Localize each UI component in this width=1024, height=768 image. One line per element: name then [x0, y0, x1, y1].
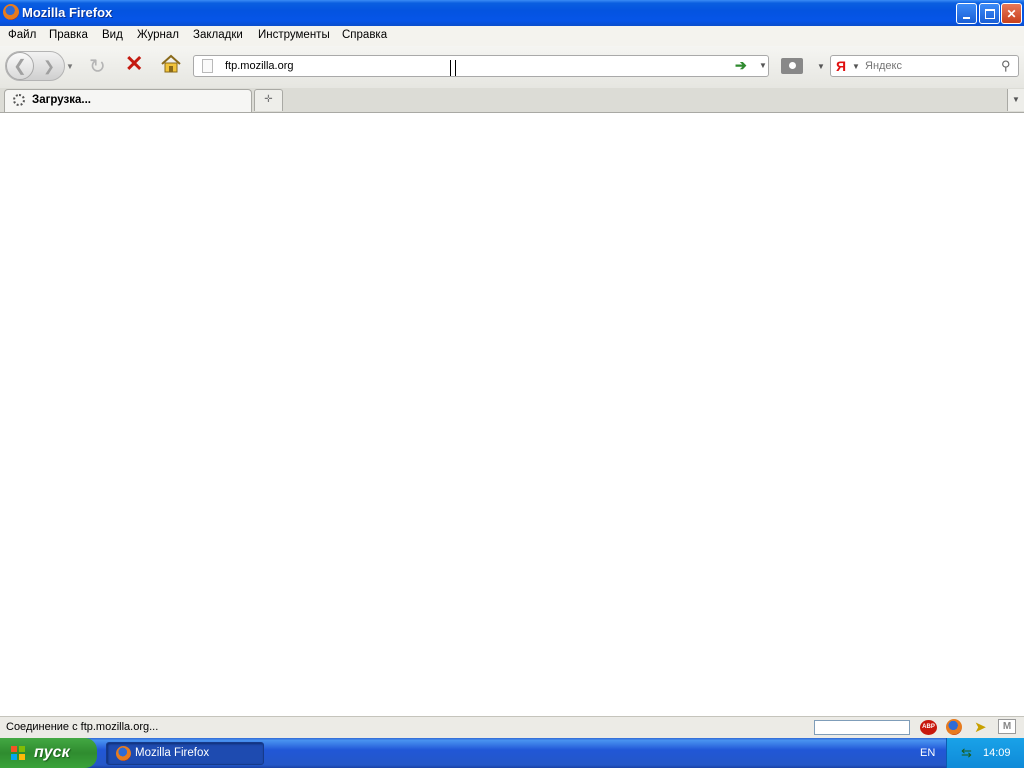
- start-button[interactable]: пуск: [0, 738, 97, 768]
- history-dropdown-icon[interactable]: ▼: [66, 62, 74, 71]
- camera-icon[interactable]: [781, 58, 803, 74]
- stop-icon[interactable]: ✕: [125, 51, 143, 77]
- restore-icon: [984, 8, 995, 19]
- menu-tools[interactable]: Инструменты: [258, 29, 330, 41]
- minimize-icon: [963, 16, 970, 19]
- network-icon[interactable]: ⇆: [961, 745, 972, 761]
- page-content[interactable]: [0, 113, 1024, 716]
- clock[interactable]: 14:09: [983, 747, 1011, 759]
- search-icon[interactable]: ⚲: [1001, 58, 1011, 74]
- home-icon[interactable]: [160, 54, 182, 77]
- window-title: Mozilla Firefox: [22, 5, 113, 20]
- page-icon: [202, 59, 213, 73]
- text-cursor: [450, 60, 456, 76]
- menu-bar: Файл Правка Вид Журнал Закладки Инструме…: [0, 26, 1024, 46]
- menu-bookmarks[interactable]: Закладки: [193, 29, 243, 41]
- taskbar-item-firefox[interactable]: Mozilla Firefox: [106, 742, 264, 765]
- forward-button[interactable]: ❯: [38, 56, 60, 76]
- menu-help[interactable]: Справка: [342, 29, 387, 41]
- tab-label: Загрузка...: [32, 94, 91, 106]
- url-bar[interactable]: ftp.mozilla.org ➔ ▼: [193, 55, 769, 77]
- go-arrow-icon[interactable]: ➔: [735, 57, 747, 74]
- status-text: Соединение с ftp.mozilla.org...: [6, 721, 159, 733]
- restore-button[interactable]: [979, 3, 1000, 24]
- new-tab-button[interactable]: ✛: [254, 89, 283, 111]
- windows-logo-icon: [11, 746, 25, 760]
- navigation-toolbar: ❮ ❯ ▼ ↻ ✕ ftp.mozilla.org ➔ ▼ ▼ Я ▼ ⚲: [0, 46, 1024, 89]
- camera-dropdown-icon[interactable]: ▼: [817, 62, 825, 71]
- firefox-icon: [116, 746, 131, 761]
- camera-lens: [789, 62, 796, 69]
- tab-strip: Загрузка... ✛ ▼: [0, 88, 1024, 113]
- menu-history[interactable]: Журнал: [137, 29, 179, 41]
- menu-edit[interactable]: Правка: [49, 29, 88, 41]
- yandex-engine-icon[interactable]: Я: [836, 58, 846, 74]
- status-bar: Соединение с ftp.mozilla.org... ABP ➤ M: [0, 716, 1024, 739]
- back-arrow-icon: ❮: [13, 58, 27, 75]
- firefox-icon[interactable]: [3, 4, 19, 20]
- back-button[interactable]: ❮: [6, 52, 34, 80]
- system-tray: ⇆ 14:09: [946, 738, 1024, 768]
- language-indicator[interactable]: EN: [920, 747, 935, 759]
- taskbar-item-label: Mozilla Firefox: [135, 747, 210, 759]
- url-history-dropdown-icon[interactable]: ▼: [759, 61, 767, 70]
- start-label: пуск: [34, 744, 70, 761]
- reload-icon[interactable]: ↻: [89, 54, 106, 79]
- gmail-icon[interactable]: M: [998, 719, 1016, 734]
- search-bar[interactable]: Я ▼ ⚲: [830, 55, 1019, 77]
- search-input[interactable]: [865, 59, 995, 73]
- tab-list-dropdown-icon[interactable]: ▼: [1007, 89, 1024, 111]
- plus-icon: ✛: [264, 94, 273, 105]
- taskbar: пуск Mozilla Firefox EN ⇆ 14:09: [0, 738, 1024, 768]
- pointer-icon[interactable]: ➤: [974, 718, 987, 736]
- title-bar[interactable]: Mozilla Firefox ✕: [0, 0, 1024, 26]
- forward-arrow-icon: ❯: [43, 57, 55, 74]
- url-input[interactable]: ftp.mozilla.org: [225, 60, 293, 72]
- firefox-status-icon[interactable]: [946, 719, 962, 735]
- close-button[interactable]: ✕: [1001, 3, 1022, 24]
- tab-loading[interactable]: Загрузка...: [4, 89, 252, 112]
- minimize-button[interactable]: [956, 3, 977, 24]
- search-engine-dropdown-icon[interactable]: ▼: [852, 62, 860, 71]
- menu-view[interactable]: Вид: [102, 29, 123, 41]
- menu-file[interactable]: Файл: [8, 29, 36, 41]
- loading-spinner-icon: [13, 94, 25, 106]
- adblock-plus-icon[interactable]: ABP: [920, 720, 937, 735]
- progress-field: [814, 720, 910, 735]
- close-icon: ✕: [1006, 6, 1017, 21]
